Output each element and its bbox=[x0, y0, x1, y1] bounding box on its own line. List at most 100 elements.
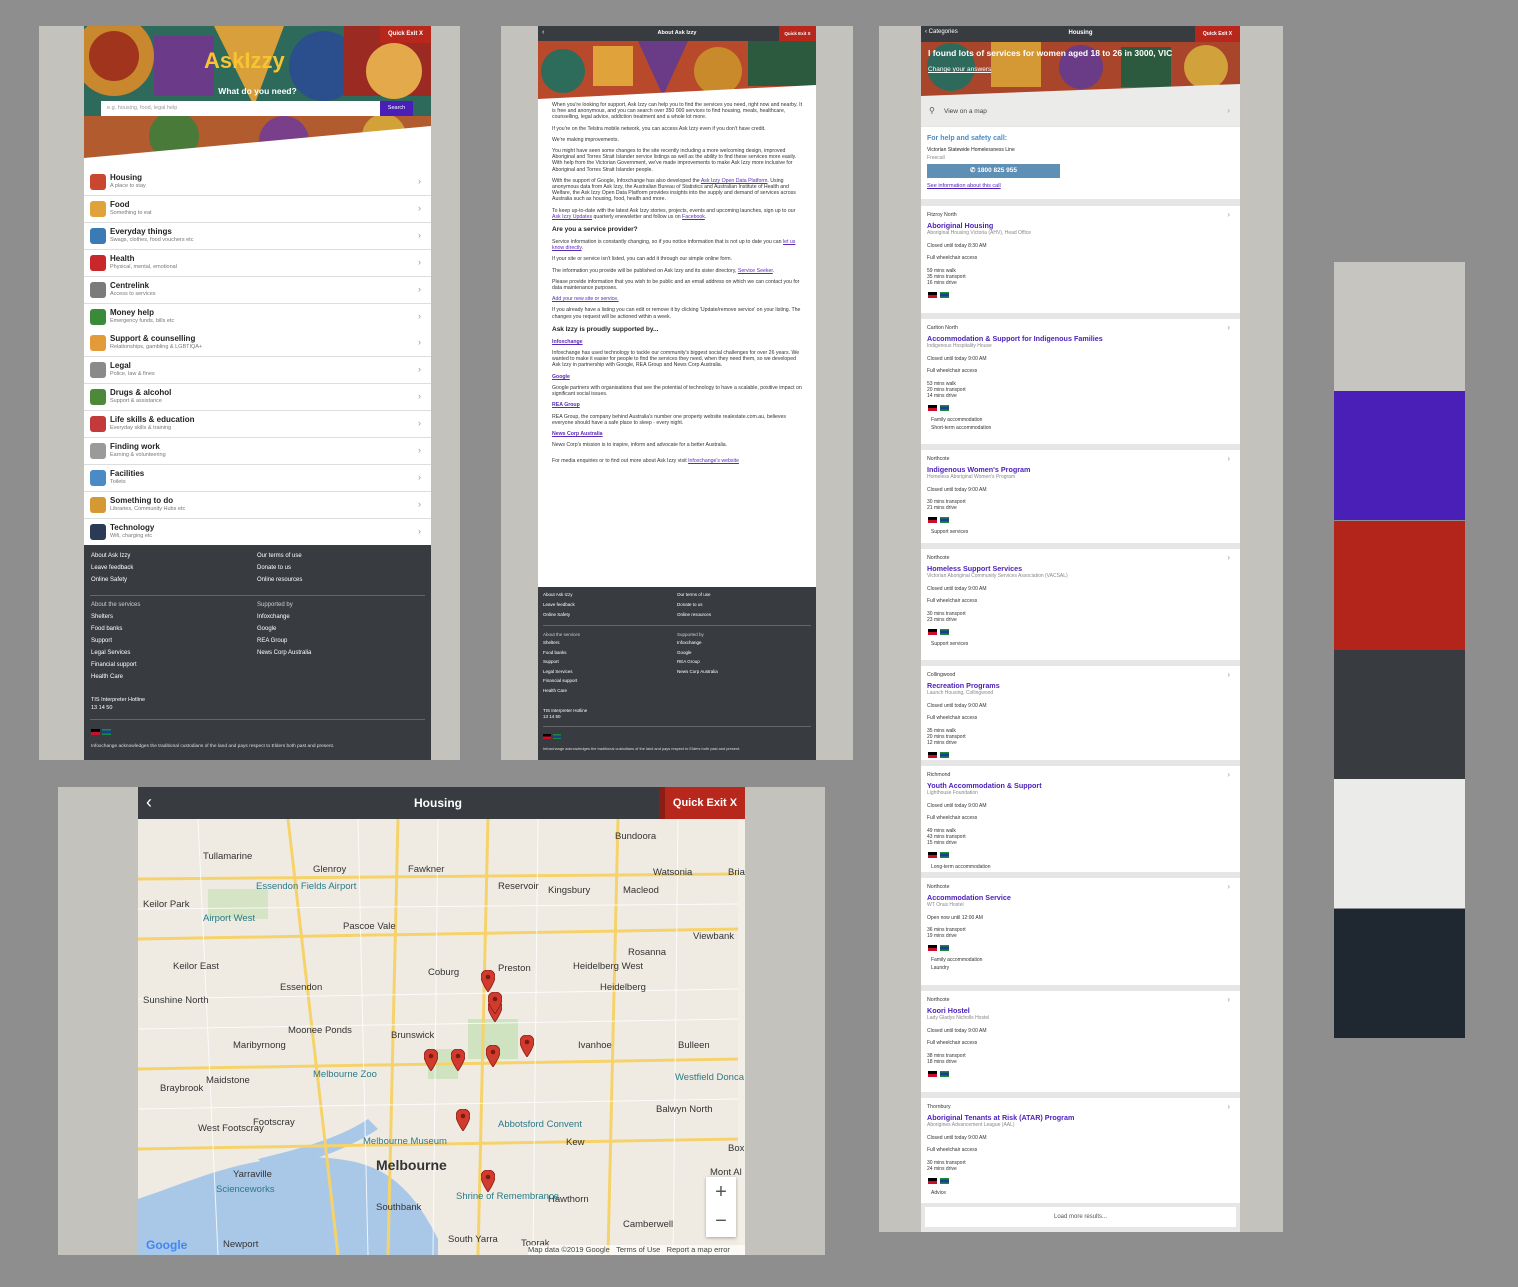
map-marker-icon[interactable] bbox=[455, 1108, 471, 1132]
footer-link[interactable]: Support bbox=[543, 659, 559, 664]
map-marker-icon[interactable] bbox=[487, 991, 503, 1015]
result-card[interactable]: Northcote Homeless Support Services Victor… bbox=[921, 549, 1240, 660]
call-button[interactable]: ✆ 1800 825 955 bbox=[927, 164, 1060, 178]
category-row-legal[interactable]: Legal Police, law & fines › bbox=[84, 357, 431, 385]
infoxchange-link[interactable]: Infoxchange bbox=[552, 339, 583, 345]
open-data-link[interactable]: Ask Izzy Open Data Platform bbox=[701, 178, 768, 184]
quick-exit-button[interactable]: Quick Exit X bbox=[380, 26, 431, 43]
footer-link[interactable]: Infoxchange bbox=[677, 640, 702, 645]
footer-link[interactable]: Leave feedback bbox=[543, 602, 575, 607]
result-name[interactable]: Accommodation Service bbox=[927, 893, 1011, 902]
footer-link[interactable]: Shelters bbox=[91, 614, 113, 620]
category-row-money-help[interactable]: Money help Emergency funds, bills etc › bbox=[84, 303, 431, 331]
facebook-link[interactable]: Facebook bbox=[682, 214, 705, 220]
updates-link[interactable]: Ask Izzy Updates bbox=[552, 214, 592, 220]
footer-link[interactable]: News Corp Australia bbox=[257, 650, 311, 656]
footer-link[interactable]: Support bbox=[91, 638, 112, 644]
terms-link[interactable]: Terms of Use bbox=[616, 1245, 660, 1254]
map-marker-icon[interactable] bbox=[480, 969, 496, 993]
map-marker-icon[interactable] bbox=[423, 1048, 439, 1072]
result-name[interactable]: Indigenous Women's Program bbox=[927, 465, 1030, 474]
category-row-support-counselling[interactable]: Support & counselling Relationships, gamb… bbox=[84, 330, 431, 358]
footer-link[interactable]: Financial support bbox=[91, 662, 137, 668]
category-row-centrelink[interactable]: Centrelink Access to services › bbox=[84, 276, 431, 304]
footer-link[interactable]: REA Group bbox=[257, 638, 287, 644]
load-more-button[interactable]: Load more results... bbox=[925, 1207, 1236, 1227]
view-map-button[interactable]: ⚲ View on a map › bbox=[921, 96, 1240, 126]
result-card[interactable]: Northcote Indigenous Women's Program Homel… bbox=[921, 450, 1240, 543]
infoxchange-website-link[interactable]: Infoxchange's website bbox=[688, 458, 739, 464]
result-name[interactable]: Aboriginal Housing bbox=[927, 221, 993, 230]
map-marker-icon[interactable] bbox=[450, 1048, 466, 1072]
footer-link[interactable]: Our terms of use bbox=[677, 592, 711, 597]
rea-link[interactable]: REA Group bbox=[552, 402, 580, 408]
footer-link[interactable]: Online resources bbox=[677, 612, 711, 617]
service-seeker-link[interactable]: Service Seeker bbox=[738, 268, 773, 274]
category-row-facilities[interactable]: Facilities Toilets › bbox=[84, 464, 431, 492]
result-name[interactable]: Homeless Support Services bbox=[927, 564, 1022, 573]
search-input[interactable]: e.g. housing, food, legal help bbox=[101, 101, 380, 116]
zoom-in-button[interactable]: + bbox=[706, 1177, 736, 1207]
result-card[interactable]: Northcote Koori Hostel Lady Gladys Nicholl… bbox=[921, 991, 1240, 1092]
footer-link[interactable]: Food banks bbox=[91, 626, 122, 632]
footer-link[interactable]: Legal Services bbox=[543, 669, 573, 674]
footer-link[interactable]: Health Care bbox=[543, 688, 567, 693]
report-error-link[interactable]: Report a map error bbox=[667, 1245, 730, 1254]
footer-link[interactable]: Infoxchange bbox=[257, 614, 290, 620]
footer-link[interactable]: Google bbox=[677, 650, 692, 655]
result-card[interactable]: Thornbury Aboriginal Tenants at Risk (ATA… bbox=[921, 1098, 1240, 1203]
category-row-life-skills-education[interactable]: Life skills & education Everyday skills &… bbox=[84, 411, 431, 439]
footer-link[interactable]: Online Safety bbox=[543, 612, 570, 617]
category-row-housing[interactable]: Housing A place to stay › bbox=[84, 169, 431, 196]
result-card[interactable]: Northcote Accommodation Service WT Onus Ho… bbox=[921, 878, 1240, 985]
map-marker-icon[interactable] bbox=[480, 1169, 496, 1193]
result-name[interactable]: Recreation Programs bbox=[927, 681, 1000, 690]
result-card[interactable]: Collingwood Recreation Programs Launch Hou… bbox=[921, 666, 1240, 760]
result-name[interactable]: Aboriginal Tenants at Risk (ATAR) Progra… bbox=[927, 1113, 1074, 1122]
footer-link[interactable]: Our terms of use bbox=[257, 553, 302, 559]
category-row-everyday-things[interactable]: Everyday things Swags, clothes, food vouc… bbox=[84, 222, 431, 250]
result-card[interactable]: Fitzroy North Aboriginal Housing Aborigina… bbox=[921, 206, 1240, 313]
help-info-link[interactable]: See information about this call bbox=[927, 183, 1001, 189]
footer-link[interactable]: Donate to us bbox=[257, 565, 291, 571]
chevron-right-icon: › bbox=[418, 229, 421, 240]
home-hero: AskIzzy What do you need? e.g. housing, … bbox=[84, 26, 431, 158]
footer-link[interactable]: REA Group bbox=[677, 659, 700, 664]
footer-link[interactable]: News Corp Australia bbox=[677, 669, 718, 674]
category-row-food[interactable]: Food Something to eat › bbox=[84, 195, 431, 223]
map-marker-icon[interactable] bbox=[519, 1034, 535, 1058]
category-row-something-to-do[interactable]: Something to do Libraries, Community Hubs… bbox=[84, 491, 431, 519]
search-button[interactable]: Search bbox=[380, 101, 413, 116]
footer-link[interactable]: Health Care bbox=[91, 674, 123, 680]
change-answers-link[interactable]: Change your answers bbox=[928, 66, 991, 73]
footer-link[interactable]: About Ask Izzy bbox=[91, 553, 130, 559]
footer-link[interactable]: Online Safety bbox=[91, 577, 127, 583]
category-row-health[interactable]: Health Physical, mental, emotional › bbox=[84, 249, 431, 277]
footer-link[interactable]: Google bbox=[257, 626, 276, 632]
google-link[interactable]: Google bbox=[552, 374, 570, 380]
category-row-drugs-alcohol[interactable]: Drugs & alcohol Support & assistance › bbox=[84, 384, 431, 412]
footer-link[interactable]: Financial support bbox=[543, 678, 577, 683]
footer-link[interactable]: Online resources bbox=[257, 577, 302, 583]
result-name[interactable]: Accommodation & Support for Indigenous F… bbox=[927, 334, 1103, 343]
result-card[interactable]: Richmond Youth Accommodation & Support Lig… bbox=[921, 766, 1240, 872]
quick-exit-button[interactable]: Quick Exit X bbox=[659, 787, 745, 819]
footer-link[interactable]: Leave feedback bbox=[91, 565, 133, 571]
quick-exit-button[interactable]: Quick Exit X bbox=[779, 26, 816, 41]
footer-link[interactable]: Donate to us bbox=[677, 602, 703, 607]
zoom-out-button[interactable]: − bbox=[706, 1207, 736, 1237]
footer-link[interactable]: Legal Services bbox=[91, 650, 130, 656]
category-row-finding-work[interactable]: Finding work Earning & volunteering › bbox=[84, 438, 431, 465]
footer-link[interactable]: Food banks bbox=[543, 650, 567, 655]
quick-exit-button[interactable]: Quick Exit X bbox=[1195, 26, 1240, 42]
footer-link[interactable]: About Ask Izzy bbox=[543, 592, 573, 597]
result-card[interactable]: Carlton North Accommodation & Support for… bbox=[921, 319, 1240, 444]
add-service-link[interactable]: Add your new site or service. bbox=[552, 296, 619, 302]
chevron-right-icon: › bbox=[418, 418, 421, 429]
newscorp-link[interactable]: News Corp Australia bbox=[552, 431, 603, 437]
result-name[interactable]: Youth Accommodation & Support bbox=[927, 781, 1042, 790]
map-marker-icon[interactable] bbox=[485, 1044, 501, 1068]
result-name[interactable]: Koori Hostel bbox=[927, 1006, 970, 1015]
category-row-technology[interactable]: Technology Wifi, charging etc › bbox=[84, 518, 431, 546]
footer-link[interactable]: Shelters bbox=[543, 640, 560, 645]
